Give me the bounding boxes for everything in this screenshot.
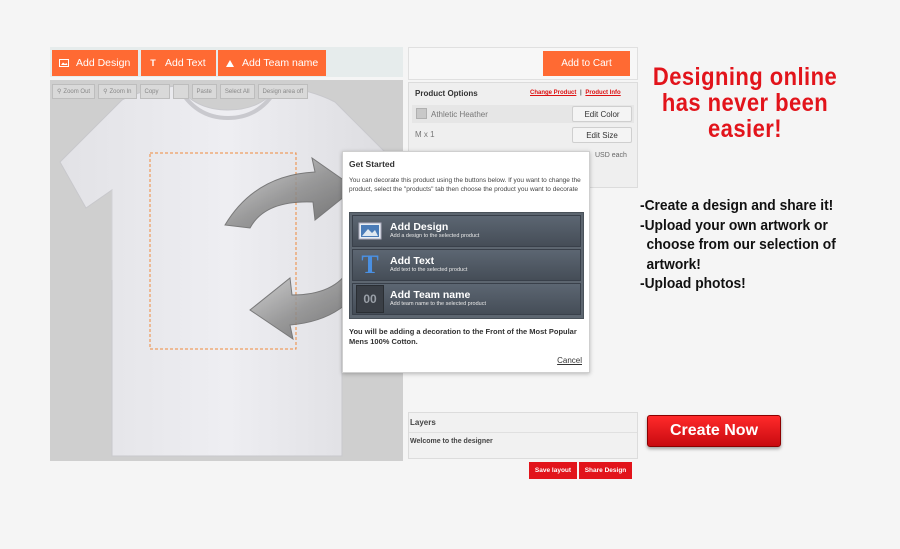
text-t-icon: T bbox=[361, 250, 379, 279]
layers-welcome-text: Welcome to the designer bbox=[410, 438, 493, 445]
dialog-add-team-name-button[interactable]: 00 Add Team name Add team name to the se… bbox=[352, 283, 581, 315]
dialog-item-subtitle: Add a design to the selected product bbox=[390, 233, 480, 239]
layers-panel bbox=[408, 412, 638, 459]
paste-button[interactable]: Paste bbox=[191, 84, 217, 99]
triangle-icon bbox=[224, 57, 236, 69]
link-separator: | bbox=[580, 90, 582, 96]
add-to-cart-button[interactable]: Add to Cart bbox=[543, 51, 630, 76]
layers-title: Layers bbox=[410, 418, 436, 427]
get-started-dialog: Get Started You can decorate this produc… bbox=[342, 151, 590, 373]
dialog-action-list: Add Design Add a design to the selected … bbox=[349, 212, 584, 319]
save-layout-button[interactable]: Save layout bbox=[529, 462, 577, 479]
color-swatch bbox=[416, 108, 427, 119]
add-design-button[interactable]: Add Design bbox=[52, 50, 138, 76]
zoom-in-button[interactable]: ⚲ Zoom In bbox=[98, 84, 137, 99]
edit-size-button[interactable]: Edit Size bbox=[572, 127, 632, 143]
select-all-button[interactable]: Select All bbox=[219, 84, 255, 99]
add-text-label: Add Text bbox=[165, 57, 206, 69]
dialog-item-title: Add Team name bbox=[390, 289, 471, 301]
copy-button[interactable]: Copy bbox=[139, 84, 170, 99]
promo-headline-line: Designing online bbox=[652, 63, 838, 91]
add-team-name-button[interactable]: Add Team name bbox=[218, 50, 326, 76]
change-product-link[interactable]: Change Product bbox=[530, 90, 576, 96]
promo-feature-list: -Create a design and share it! -Upload y… bbox=[640, 196, 836, 294]
promo-bullet: -Upload your own artwork or bbox=[640, 216, 828, 234]
dialog-add-design-button[interactable]: Add Design Add a design to the selected … bbox=[352, 215, 581, 247]
share-design-button[interactable]: Share Design bbox=[579, 462, 632, 479]
promo-bullet: artwork! bbox=[646, 255, 701, 273]
team-number-icon: 00 bbox=[356, 285, 384, 313]
dialog-description: You can decorate this product using the … bbox=[349, 177, 581, 193]
zoom-out-button[interactable]: ⚲ Zoom Out bbox=[52, 84, 96, 99]
product-info-link[interactable]: Product Info bbox=[585, 90, 620, 96]
product-links: Change Product | Product Info bbox=[530, 90, 621, 96]
dialog-cancel-link[interactable]: Cancel bbox=[557, 356, 582, 365]
paste-arrow-button[interactable] bbox=[172, 84, 189, 99]
zoom-toolbar: ⚲ Zoom Out ⚲ Zoom In Copy Paste Select All… bbox=[52, 84, 309, 99]
paste-label: Paste bbox=[196, 88, 212, 95]
design-area-toggle[interactable]: Design area off bbox=[257, 84, 309, 99]
add-text-button[interactable]: T Add Text bbox=[141, 50, 216, 76]
add-team-name-label: Add Team name bbox=[242, 57, 319, 69]
promo-headline-line: easier! bbox=[707, 115, 783, 143]
dialog-add-text-button[interactable]: T Add Text Add text to the selected prod… bbox=[352, 249, 581, 281]
dialog-item-subtitle: Add text to the selected product bbox=[390, 267, 468, 273]
image-icon bbox=[58, 57, 70, 69]
size-qty: M x 1 bbox=[415, 130, 435, 139]
image-icon bbox=[356, 217, 384, 245]
layers-divider bbox=[409, 432, 637, 433]
design-area-label: Design area off bbox=[262, 88, 304, 95]
edit-color-button[interactable]: Edit Color bbox=[572, 106, 632, 122]
copy-label: Copy bbox=[144, 88, 159, 95]
magnifier-minus-icon: ⚲ bbox=[57, 89, 62, 95]
promo-headline-line: has never been bbox=[661, 89, 829, 117]
promo-headline: Designing online has never been easier! bbox=[653, 64, 838, 142]
dialog-note: You will be adding a decoration to the F… bbox=[349, 327, 577, 346]
promo-bullet: -Upload photos! bbox=[640, 275, 746, 292]
dialog-item-title: Add Text bbox=[390, 255, 435, 267]
magnifier-plus-icon: ⚲ bbox=[103, 89, 108, 95]
price-unit: USD each bbox=[595, 152, 627, 159]
select-all-label: Select All bbox=[224, 88, 250, 95]
text-t-icon: T bbox=[150, 58, 156, 68]
promo-bullet: choose from our selection of bbox=[646, 236, 836, 253]
product-options-title: Product Options bbox=[415, 89, 478, 98]
color-name: Athletic Heather bbox=[431, 110, 488, 119]
dialog-item-subtitle: Add team name to the selected product bbox=[390, 301, 487, 307]
zoom-in-label: Zoom In bbox=[109, 88, 132, 95]
promo-bullet: -Create a design and share it! bbox=[640, 197, 834, 214]
zoom-out-label: Zoom Out bbox=[63, 88, 91, 95]
dialog-item-title: Add Design bbox=[390, 221, 449, 233]
dialog-title: Get Started bbox=[349, 159, 395, 169]
create-now-button[interactable]: Create Now bbox=[647, 415, 781, 447]
add-design-label: Add Design bbox=[76, 57, 131, 69]
